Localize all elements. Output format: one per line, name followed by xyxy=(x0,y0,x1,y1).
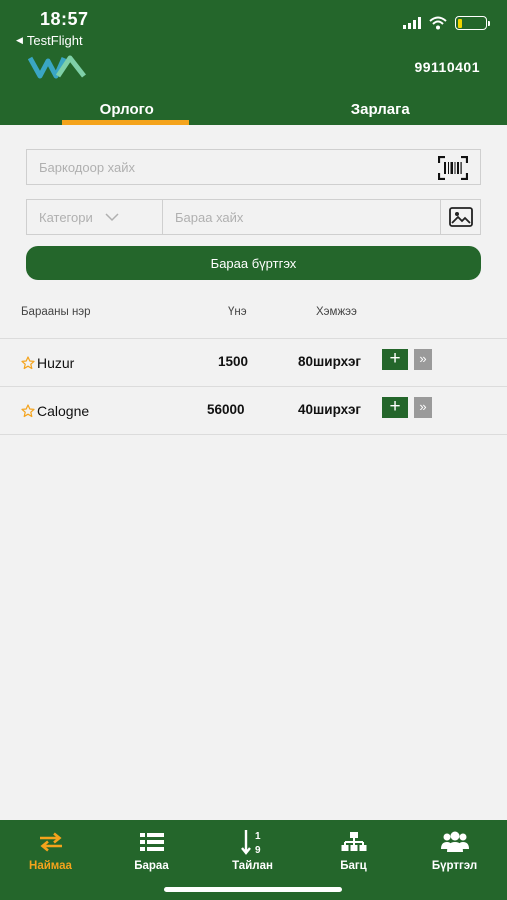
header-price: Үнэ xyxy=(228,306,247,318)
battery-icon xyxy=(455,16,490,30)
product-search-input[interactable] xyxy=(175,209,425,225)
barcode-search-field xyxy=(26,149,481,185)
product-price: 56000 xyxy=(207,402,245,417)
status-icons xyxy=(403,16,490,30)
barcode-scan-icon[interactable] xyxy=(438,156,468,180)
back-arrow-icon: ◀ xyxy=(16,35,23,45)
svg-text:9: 9 xyxy=(255,845,261,855)
company-logo xyxy=(28,55,86,79)
barcode-search-input[interactable] xyxy=(39,159,419,175)
tab-income[interactable]: Орлого xyxy=(0,96,254,125)
users-icon xyxy=(440,831,469,852)
product-name-cell: Calogne xyxy=(21,403,89,419)
nav-label: Тайлан xyxy=(232,860,273,872)
product-name: Huzur xyxy=(37,355,75,371)
product-size: 40ширхэг xyxy=(298,402,362,417)
table-divider xyxy=(0,434,507,435)
filter-row: Категори xyxy=(26,199,481,235)
star-icon[interactable] xyxy=(21,356,35,370)
nav-label: Наймаа xyxy=(29,860,72,872)
details-button[interactable]: » xyxy=(414,397,432,418)
back-to-testflight[interactable]: ◀ TestFlight xyxy=(16,33,83,48)
wifi-icon xyxy=(429,16,447,30)
svg-text:1: 1 xyxy=(255,831,261,842)
image-search-button[interactable] xyxy=(441,199,481,235)
list-icon xyxy=(139,833,164,851)
register-product-button[interactable]: Бараа бүртгэх xyxy=(26,246,481,280)
hierarchy-icon xyxy=(341,832,366,851)
table-row[interactable]: Huzur 1500 80ширхэг + » xyxy=(0,338,507,386)
nav-label: Бүртгэл xyxy=(431,860,478,872)
nav-item-trade[interactable]: Наймаа xyxy=(0,820,101,900)
category-selected: Категори xyxy=(39,209,93,225)
nav-item-registration[interactable]: Бүртгэл xyxy=(404,820,505,900)
product-search-field xyxy=(163,199,441,235)
status-time: 18:57 xyxy=(40,9,89,29)
chevron-down-icon xyxy=(105,213,119,222)
back-app-label: TestFlight xyxy=(26,33,83,48)
table-header: Барааны нэр Үнэ Хэмжээ xyxy=(0,306,507,322)
table-row[interactable]: Calogne 56000 40ширхэг + » xyxy=(0,386,507,434)
header-name: Барааны нэр xyxy=(21,306,91,318)
star-icon[interactable] xyxy=(21,404,35,418)
home-indicator[interactable] xyxy=(164,887,342,892)
add-button[interactable]: + xyxy=(382,397,408,418)
nav-label: Багц xyxy=(340,860,367,872)
product-name-cell: Huzur xyxy=(21,355,74,371)
phone-number: 99110401 xyxy=(414,59,480,75)
swap-arrows-icon xyxy=(39,832,62,852)
nav-label: Бараа xyxy=(134,860,169,872)
header-size: Хэмжээ xyxy=(316,306,357,318)
product-name: Calogne xyxy=(37,403,90,419)
product-size: 80ширхэг xyxy=(298,354,362,369)
category-select[interactable]: Категори xyxy=(26,199,163,235)
details-button[interactable]: » xyxy=(414,349,432,370)
image-search-icon xyxy=(448,207,473,227)
add-button[interactable]: + xyxy=(382,349,408,370)
tab-expense[interactable]: Зарлага xyxy=(254,96,507,125)
sort-numeric-icon: 1 9 xyxy=(240,830,261,855)
product-price: 1500 xyxy=(218,354,249,369)
app-header: 18:57 ◀ TestFlight 99110401 Орлого Зарла… xyxy=(0,0,507,125)
tab-bar: Орлого Зарлага xyxy=(0,96,507,125)
signal-icon xyxy=(403,17,421,29)
